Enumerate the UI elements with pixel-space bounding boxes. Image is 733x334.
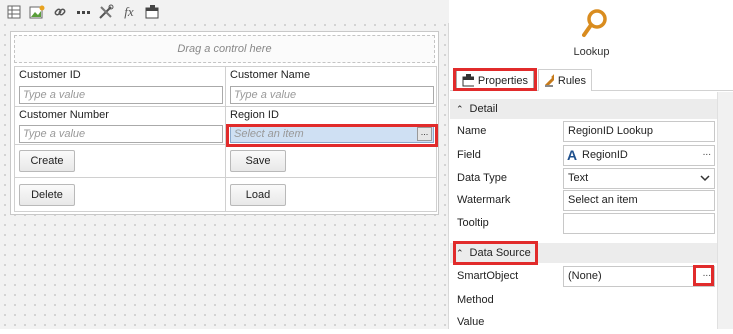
link-icon[interactable]: [51, 3, 69, 21]
name-label: Name: [457, 125, 487, 137]
cell-save: Save: [225, 144, 437, 178]
detail-section-header[interactable]: ⌃ Detail: [450, 99, 733, 119]
datatype-label: Data Type: [457, 172, 507, 184]
smartobject-row: SmartObject (None) ...: [450, 265, 716, 288]
customer-id-label: Customer ID: [19, 69, 81, 81]
field-browse-button[interactable]: ...: [703, 147, 711, 158]
cell-load: Load: [225, 177, 437, 212]
cell-customer-id: Customer ID Type a value: [14, 66, 226, 107]
name-field[interactable]: RegionID Lookup: [563, 121, 715, 142]
create-button[interactable]: Create: [19, 150, 75, 172]
lookup-icon: [582, 9, 607, 37]
form-layout-grid: Customer ID Type a value Customer Name T…: [14, 66, 437, 212]
table-icon[interactable]: [5, 3, 23, 21]
load-button[interactable]: Load: [230, 184, 286, 206]
datasource-section-header[interactable]: ⌃ Data Source: [450, 243, 733, 263]
smartobject-browse-button[interactable]: ...: [703, 268, 711, 279]
drop-zone[interactable]: Drag a control here: [14, 35, 435, 63]
drop-hint-text: Drag a control here: [177, 43, 272, 55]
smartobject-field[interactable]: (None) ...: [563, 266, 715, 287]
name-row: Name RegionID Lookup: [450, 120, 716, 143]
form-canvas: Drag a control here Customer ID Type a v…: [10, 31, 439, 215]
chevron-down-icon: [700, 175, 710, 182]
tab-rules[interactable]: Rules: [538, 69, 592, 91]
region-id-placeholder: Select an item: [234, 128, 304, 140]
customer-name-label: Customer Name: [230, 69, 311, 81]
region-id-lookup[interactable]: Select an item ...: [230, 125, 434, 143]
field-label: Field: [457, 149, 481, 161]
properties-icon: [462, 74, 474, 87]
customer-number-input[interactable]: Type a value: [19, 125, 223, 143]
watermark-field[interactable]: Select an item: [563, 190, 715, 211]
save-button[interactable]: Save: [230, 150, 286, 172]
tooltip-label: Tooltip: [457, 217, 489, 229]
tooltip-row: Tooltip: [450, 212, 716, 235]
cell-region-id: Region ID Select an item ...: [225, 106, 437, 145]
tools-icon[interactable]: [97, 3, 115, 21]
tab-properties[interactable]: Properties: [456, 69, 534, 91]
form-icon[interactable]: [143, 3, 161, 21]
value-row: Value: [450, 311, 716, 334]
datatype-select[interactable]: Text: [563, 168, 715, 189]
smartobject-label: SmartObject: [457, 270, 519, 282]
method-row: Method: [450, 289, 716, 312]
field-row: Field A RegionID ...: [450, 144, 716, 167]
datatype-row: Data Type Text: [450, 167, 716, 190]
watermark-label: Watermark: [457, 194, 511, 206]
region-id-browse-button[interactable]: ...: [417, 127, 432, 141]
field-selector[interactable]: A RegionID ...: [563, 145, 715, 166]
detail-header-label: Detail: [469, 103, 498, 115]
customer-id-input[interactable]: Type a value: [19, 86, 223, 104]
smartobject-value: (None): [568, 270, 602, 282]
region-id-label: Region ID: [230, 109, 279, 121]
method-label: Method: [457, 294, 494, 306]
tab-properties-label: Properties: [477, 74, 528, 87]
tooltip-field[interactable]: [563, 213, 715, 234]
datatype-value: Text: [568, 172, 589, 184]
designer-toolbar: fx: [0, 0, 449, 23]
customer-number-label: Customer Number: [19, 109, 109, 121]
field-value: RegionID: [582, 149, 628, 161]
customer-name-input[interactable]: Type a value: [230, 86, 434, 104]
tab-rules-label: Rules: [557, 74, 586, 87]
field-type-icon: A: [567, 147, 578, 163]
chevron-up-icon: ⌃: [456, 247, 464, 258]
cell-delete: Delete: [14, 177, 226, 212]
cell-create: Create: [14, 144, 226, 178]
panel-tabs: Properties Rules: [450, 66, 733, 91]
value-label: Value: [457, 316, 485, 328]
datasource-header-label: Data Source: [469, 247, 531, 259]
image-icon[interactable]: [28, 3, 46, 21]
panel-scrollbar[interactable]: [717, 92, 733, 329]
function-icon[interactable]: fx: [120, 3, 138, 21]
delete-button[interactable]: Delete: [19, 184, 75, 206]
control-type-label: Lookup: [573, 46, 610, 58]
form-designer-canvas-area: fx Drag a control here Customer ID Type …: [0, 0, 449, 329]
properties-panel: Lookup Properties Rules ⌃ Detail Name Re…: [450, 0, 733, 329]
more-icon[interactable]: [74, 3, 92, 21]
watermark-row: Watermark Select an item: [450, 189, 716, 212]
cell-customer-name: Customer Name Type a value: [225, 66, 437, 107]
cell-customer-number: Customer Number Type a value: [14, 106, 226, 145]
chevron-up-icon: ⌃: [456, 103, 464, 114]
rules-icon: [544, 74, 554, 87]
